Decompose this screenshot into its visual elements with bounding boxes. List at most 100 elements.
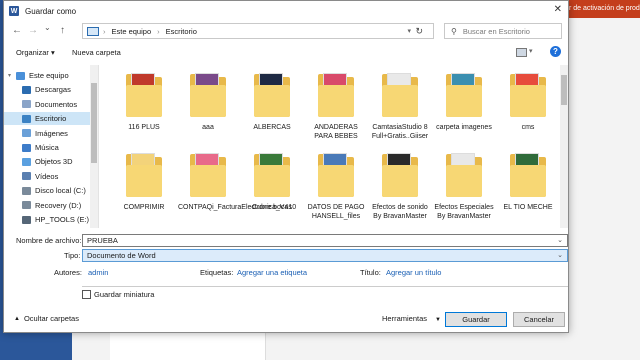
save-thumbnail-label: Guardar miniatura <box>94 290 155 299</box>
folder-item[interactable]: 116 PLUS <box>114 71 174 132</box>
back-arrow-icon[interactable]: ← <box>12 25 22 36</box>
cancel-button[interactable]: Cancelar <box>513 312 565 327</box>
computer-icon <box>87 26 99 36</box>
filename-field[interactable]: PRUEBA ⌄ <box>82 234 568 247</box>
recent-locations-chevron-icon[interactable]: ⌄ <box>44 23 51 32</box>
folder-item[interactable]: cms <box>498 71 558 132</box>
tags-label: Etiquetas: <box>200 268 234 277</box>
folder-label: aaa <box>202 124 214 131</box>
refresh-icon[interactable]: ↻ <box>415 26 423 37</box>
navigation-scrollbar[interactable] <box>90 65 98 228</box>
hide-folders-button[interactable]: ▲ Ocultar carpetas <box>14 314 79 323</box>
expand-chevron-icon[interactable]: ▾ <box>8 72 11 79</box>
sidebar-item[interactable]: Objetos 3D <box>4 155 90 168</box>
save-button[interactable]: Guardar <box>445 312 507 327</box>
folder-item[interactable]: ALBERCAS <box>242 71 302 132</box>
save-as-dialog: W Guardar como ✕ ← → ⌄ ↑ › Este equipo ›… <box>3 0 569 333</box>
folder-item[interactable]: Efectos de sonido By BravanMaster <box>370 151 430 221</box>
sidebar-item[interactable]: Escritorio <box>4 112 90 126</box>
tools-label: Herramientas <box>382 314 428 323</box>
save-thumbnail-checkbox[interactable] <box>82 290 91 299</box>
sidebar-item-label: Documentos <box>35 99 78 109</box>
folder-item[interactable]: Efectos Especiales By BravanMaster <box>434 151 494 221</box>
new-folder-button[interactable]: Nueva carpeta <box>72 48 121 57</box>
file-list: 116 PLUS aaa ALBERCAS ANDADERAS PARA BEBES C… <box>102 65 560 228</box>
hide-folders-label: Ocultar carpetas <box>23 314 79 323</box>
activation-banner[interactable]: r de activación de prod <box>565 0 640 18</box>
close-icon[interactable]: ✕ <box>554 4 562 15</box>
folder-label: cms <box>521 124 535 131</box>
search-input[interactable]: ⚲ Buscar en Escritorio <box>444 23 562 39</box>
folder-item[interactable]: carpeta imagenes <box>434 71 494 132</box>
folder-item[interactable]: COMPRIMIR <box>114 151 174 212</box>
sidebar-item-label: Vídeos <box>35 171 59 181</box>
file-list-scrollbar[interactable] <box>560 65 568 228</box>
pictures-icon <box>22 129 31 138</box>
breadcrumb-this-pc[interactable]: Este equipo <box>112 27 152 36</box>
title-field[interactable]: Agregar un título <box>386 268 441 277</box>
folder-icon <box>318 151 354 199</box>
forward-arrow-icon[interactable]: → <box>28 25 38 36</box>
drive-icon <box>22 215 31 224</box>
chevron-down-icon[interactable]: ⌄ <box>557 235 563 246</box>
sidebar-item[interactable]: Documentos <box>4 98 90 111</box>
folder-label: 116 PLUS <box>128 124 160 131</box>
folder-item[interactable]: Cubre bocas <box>242 151 302 212</box>
dialog-titlebar: W Guardar como ✕ <box>4 1 568 21</box>
help-icon[interactable]: ? <box>550 46 561 57</box>
chevron-down-icon[interactable]: ▾ <box>529 47 533 55</box>
authors-field[interactable]: admin <box>88 268 108 277</box>
chevron-up-icon: ▲ <box>14 315 20 322</box>
folder-icon <box>190 71 226 119</box>
scrollbar-thumb[interactable] <box>561 75 567 105</box>
folder-label: EL TIO MECHE <box>503 204 553 211</box>
folder-item[interactable]: ANDADERAS PARA BEBES <box>306 71 366 141</box>
address-bar[interactable]: › Este equipo › Escritorio ▾ ↻ <box>82 23 434 39</box>
sidebar-item-label: Descargas <box>35 85 71 95</box>
sidebar-item[interactable]: Vídeos <box>4 170 90 183</box>
folder-icon <box>190 151 226 199</box>
dialog-title: Guardar como <box>25 6 77 16</box>
computer-icon <box>16 71 25 80</box>
folder-label: ANDADERAS PARA BEBES <box>314 124 358 140</box>
folder-label: DATOS DE PAGO HANSELL_files <box>307 204 365 220</box>
folder-icon <box>382 71 418 119</box>
folder-item[interactable]: CamtasiaStudio 8 Full+Gratis..Giiser <box>370 71 430 141</box>
folder-item[interactable]: DATOS DE PAGO HANSELL_files <box>306 151 366 221</box>
desktop-icon <box>22 114 31 123</box>
folder-item[interactable]: aaa <box>178 71 238 132</box>
sidebar-item-label: Música <box>35 143 59 152</box>
sidebar-item[interactable]: Recovery (D:) <box>4 199 90 212</box>
folder-item[interactable]: EL TIO MECHE <box>498 151 558 212</box>
sidebar-item[interactable]: ▾ Este equipo <box>4 69 90 82</box>
sidebar-item[interactable]: Música <box>4 141 90 154</box>
file-type-select[interactable]: Documento de Word ⌄ <box>82 249 568 262</box>
type-row: Tipo: Documento de Word ⌄ <box>4 249 568 262</box>
sidebar-item[interactable]: HP_TOOLS (E:) <box>4 213 90 226</box>
search-placeholder: Buscar en Escritorio <box>462 26 530 36</box>
folder-label: CamtasiaStudio 8 Full+Gratis..Giiser <box>371 124 429 140</box>
folder-icon <box>126 71 162 119</box>
folder-icon <box>446 151 482 199</box>
documents-icon <box>22 100 31 109</box>
sidebar-item[interactable]: Disco local (C:) <box>4 184 90 197</box>
command-bar: Organizar ▾ Nueva carpeta ▾ ? <box>4 45 568 61</box>
sidebar-item[interactable]: Descargas <box>4 83 90 96</box>
folder-item[interactable]: CONTPAQi_FacturaElectronica_V410 <box>178 151 296 212</box>
tags-field[interactable]: Agregar una etiqueta <box>237 268 307 277</box>
chevron-down-icon: ▼ <box>435 317 441 323</box>
organize-button[interactable]: Organizar ▾ <box>16 48 55 57</box>
folder-icon <box>254 71 290 119</box>
chevron-down-icon[interactable]: ▾ <box>407 27 411 35</box>
folder-icon <box>510 151 546 199</box>
tools-button[interactable]: Herramientas ▼ <box>382 314 441 323</box>
sidebar-item-label: HP_TOOLS (E:) <box>35 215 90 224</box>
scrollbar-thumb[interactable] <box>91 83 97 163</box>
up-arrow-icon[interactable]: ↑ <box>60 25 65 36</box>
save-thumbnail-option[interactable]: Guardar miniatura <box>82 290 154 299</box>
breadcrumb-desktop[interactable]: Escritorio <box>166 27 197 36</box>
sidebar-item[interactable]: Imágenes <box>4 127 90 140</box>
chevron-down-icon[interactable]: ⌄ <box>557 250 563 261</box>
view-options-icon[interactable] <box>516 48 527 57</box>
videos-icon <box>22 172 31 181</box>
